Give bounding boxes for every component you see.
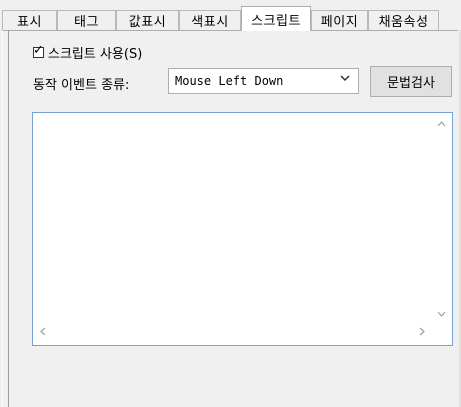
panel-border [8, 30, 9, 407]
tab-label: 태그 [74, 15, 99, 30]
chevron-down-icon [340, 74, 350, 85]
script-editor[interactable] [32, 112, 453, 346]
tab-color-display[interactable]: 색표시 [179, 10, 241, 30]
scroll-left-icon[interactable] [40, 327, 46, 339]
tab-fill-properties[interactable]: 채움속성 [368, 10, 439, 30]
scroll-right-icon[interactable] [419, 327, 425, 339]
tab-script[interactable]: 스크립트 [241, 6, 311, 31]
event-type-label: 동작 이벤트 종류: [33, 78, 130, 93]
tab-label: 색표시 [191, 15, 229, 30]
tab-label: 채움속성 [378, 15, 429, 30]
tab-label: 값표시 [128, 15, 167, 30]
tab-value-display[interactable]: 값표시 [116, 10, 179, 30]
tab-label: 스크립트 [251, 13, 301, 29]
use-script-checkbox[interactable]: ✓ [33, 43, 44, 58]
tab-page[interactable]: 페이지 [311, 10, 368, 30]
syntax-check-button[interactable]: 문법검사 [370, 66, 452, 97]
check-mark-icon: ✓ [33, 43, 44, 58]
tab-display[interactable]: 표시 [2, 10, 57, 30]
event-type-value: Mouse Left Down [175, 74, 284, 88]
tab-label: 표시 [17, 15, 42, 30]
scroll-down-icon[interactable] [437, 309, 446, 320]
event-type-select[interactable]: Mouse Left Down [168, 68, 359, 94]
tab-bar: 표시 태그 값표시 색표시 스크립트 페이지 채움속성 [0, 6, 461, 31]
scroll-up-icon[interactable] [437, 119, 446, 130]
use-script-label: 스크립트 사용(S) [48, 47, 143, 62]
use-script-checkbox-row[interactable]: ✓ 스크립트 사용(S) [33, 43, 142, 62]
tab-tag[interactable]: 태그 [57, 10, 116, 30]
tab-label: 페이지 [320, 15, 359, 30]
